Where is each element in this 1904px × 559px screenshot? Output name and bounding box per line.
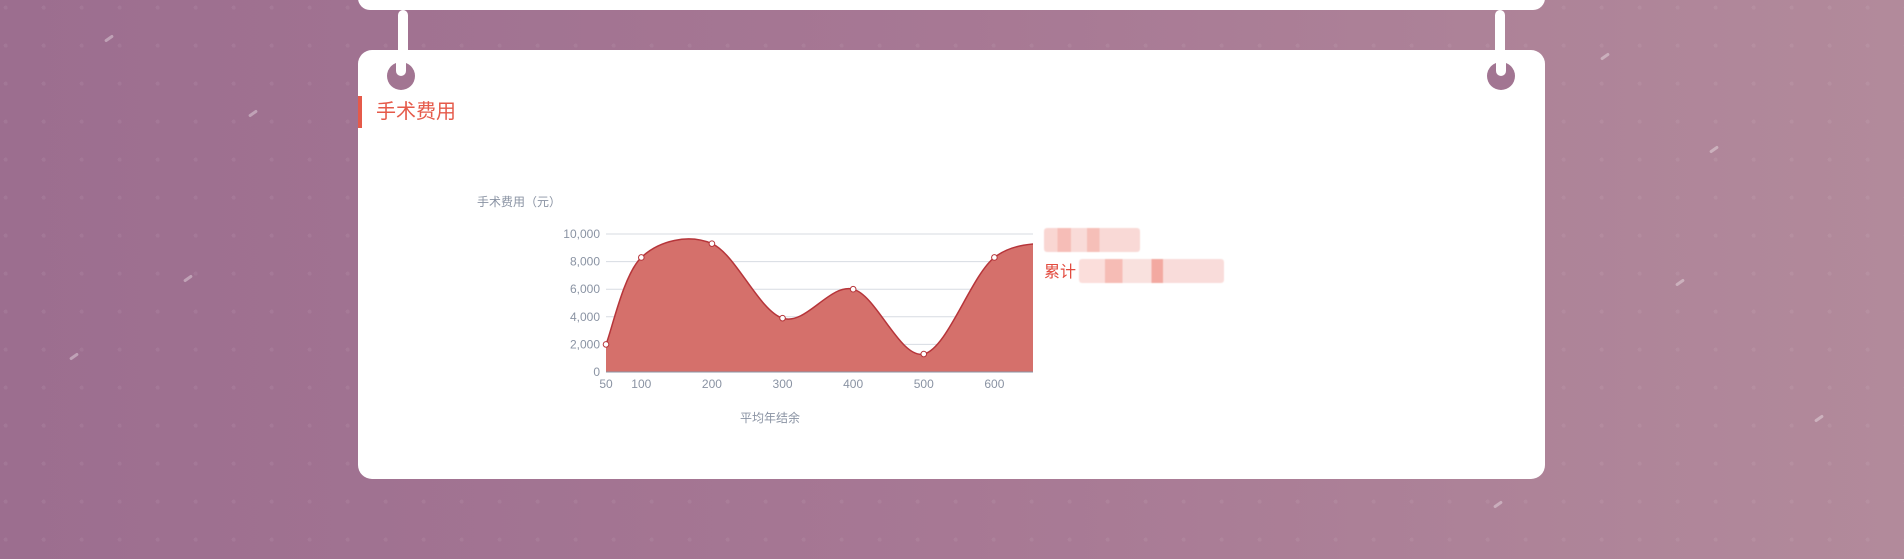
background-speck <box>1493 500 1503 509</box>
cost-area <box>606 238 1065 372</box>
right-hanger-hole <box>1487 62 1515 90</box>
y-axis-title: 手术费用（元） <box>477 195 561 209</box>
x-tick-label: 400 <box>843 377 863 391</box>
background-speck <box>69 352 79 361</box>
x-tick-label: 200 <box>702 377 722 391</box>
y-tick-label: 2,000 <box>570 337 600 351</box>
top-card <box>358 0 1545 10</box>
surgery-cost-chart: 手术费用（元） 平均年结余 02,0004,0006,0008,00010,00… <box>477 195 1075 425</box>
background-speck <box>1600 52 1610 61</box>
y-tick-label: 6,000 <box>570 282 600 296</box>
x-tick-label: 50 <box>599 377 613 391</box>
summary-panel: 累计 <box>1044 228 1264 293</box>
y-tick-label: 10,000 <box>563 227 600 241</box>
background-speck <box>104 34 114 43</box>
redacted-summary-line <box>1044 228 1140 252</box>
data-point <box>602 341 610 348</box>
background-speck <box>1675 278 1685 287</box>
background-speck <box>1814 414 1824 423</box>
background-speck <box>248 109 258 118</box>
data-point <box>920 350 928 358</box>
background-speck <box>1709 145 1719 154</box>
data-point <box>779 314 786 322</box>
chart-card: 手术费用 手术费用（元） 平均年结余 0 2,000 4,000 6,000 8,000… <box>358 50 1545 479</box>
x-axis-title: 平均年结余 <box>740 410 800 425</box>
x-tick-label: 500 <box>914 377 934 391</box>
x-tick-label: 300 <box>773 377 793 391</box>
redacted-summary-value <box>1079 259 1224 283</box>
data-point <box>849 285 857 293</box>
data-point <box>708 240 716 247</box>
x-tick-label: 600 <box>984 377 1004 391</box>
summary-label: 累计 <box>1044 264 1077 281</box>
data-point <box>991 254 998 261</box>
section-title: 手术费用 <box>358 96 456 128</box>
x-tick-label: 100 <box>631 377 651 391</box>
y-tick-label: 8,000 <box>570 255 600 269</box>
y-tick-label: 4,000 <box>570 310 600 324</box>
chart-area: 手术费用（元） 平均年结余 0 2,000 4,000 6,000 8,000 10,00… <box>473 135 1075 435</box>
left-hanger-hole <box>387 62 415 90</box>
background-speck <box>183 274 193 283</box>
data-point <box>638 254 645 261</box>
